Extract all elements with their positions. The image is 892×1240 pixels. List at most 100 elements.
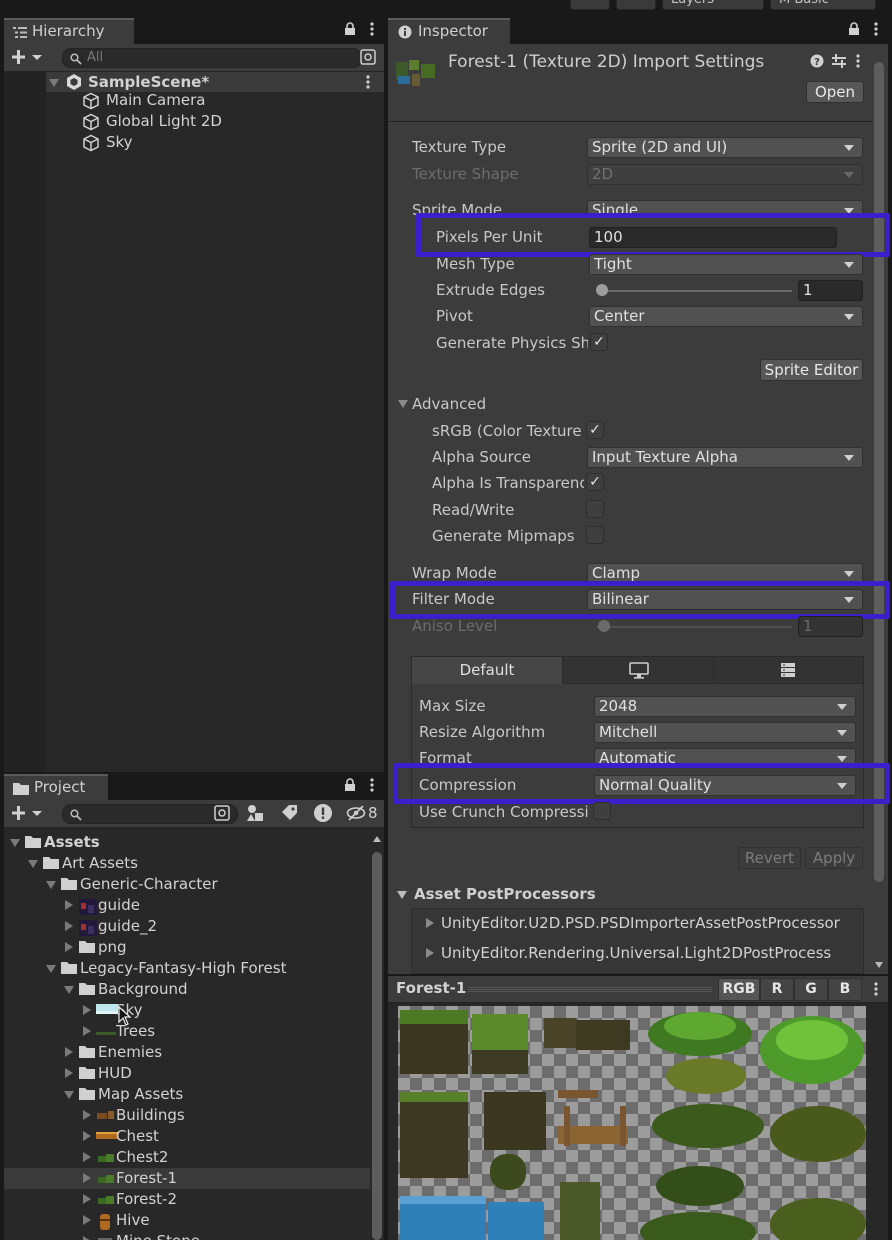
collapse-arrow-icon[interactable] [65, 1068, 73, 1078]
filter-by-type-icon[interactable] [246, 804, 264, 822]
search-input[interactable]: All [62, 48, 362, 68]
postprocessors-foldout-arrow-icon[interactable] [397, 891, 407, 899]
project-item[interactable]: Map Assets [4, 1084, 370, 1105]
project-item[interactable]: guide_2 [4, 916, 370, 937]
collapse-arrow-icon[interactable] [83, 1152, 91, 1162]
add-dropdown[interactable] [12, 49, 46, 65]
mipmaps-checkbox[interactable] [586, 526, 604, 544]
apply-button[interactable]: Apply [805, 847, 863, 869]
project-item[interactable]: Mine Stone [4, 1231, 370, 1240]
advanced-foldout[interactable]: Advanced [412, 395, 486, 413]
search-window-icon[interactable] [214, 805, 230, 821]
read-write-checkbox[interactable] [586, 500, 604, 518]
layers-dropdown[interactable]: Layers [662, 0, 764, 10]
preview-resize-handle[interactable] [468, 987, 712, 992]
project-item[interactable]: Hive [4, 1210, 370, 1231]
project-search-input[interactable] [62, 804, 238, 824]
project-item[interactable]: Buildings [4, 1105, 370, 1126]
hidden-packages-toggle[interactable]: 8 [346, 804, 378, 822]
tab-platform-server[interactable] [714, 657, 863, 684]
collapse-arrow-icon[interactable] [83, 1215, 91, 1225]
collapse-arrow-icon[interactable] [65, 921, 73, 931]
extrude-edges-slider-track[interactable] [596, 290, 792, 292]
scroll-thumb[interactable] [372, 852, 382, 1240]
layout-dropdown[interactable]: M Basic [770, 0, 876, 10]
project-item[interactable]: HUD [4, 1063, 370, 1084]
expand-arrow-icon[interactable] [46, 965, 56, 973]
component-menu-icon[interactable] [856, 54, 860, 68]
postprocessor-item[interactable]: UnityEditor.Rendering.Universal.Light2DP… [426, 943, 831, 964]
project-item[interactable]: Legacy-Fantasy-High Forest [4, 958, 370, 979]
project-item[interactable]: guide [4, 895, 370, 916]
inspector-scrollbar[interactable] [872, 58, 886, 974]
scroll-down-arrow-icon[interactable] [875, 962, 883, 968]
channel-rgb-button[interactable]: RGB [718, 978, 760, 1001]
postprocessors-title[interactable]: Asset PostProcessors [414, 885, 596, 903]
help-icon[interactable]: ? [810, 54, 824, 68]
kebab-menu-icon[interactable] [874, 22, 878, 36]
tab-inspector[interactable]: Inspector [388, 18, 510, 44]
scene-visibility-icon[interactable] [360, 49, 376, 65]
scroll-up-arrow-icon[interactable] [373, 836, 381, 842]
extrude-edges-slider-knob[interactable] [596, 284, 608, 296]
collapse-arrow-icon[interactable] [65, 942, 73, 952]
tab-project[interactable]: Project [4, 774, 108, 800]
revert-button[interactable]: Revert [738, 847, 801, 869]
collapse-arrow-icon[interactable] [83, 1173, 91, 1183]
collapse-arrow-icon[interactable] [83, 1194, 91, 1204]
tab-platform-default[interactable]: Default [412, 657, 563, 684]
extrude-edges-field[interactable]: 1 [798, 280, 863, 301]
project-item[interactable]: Sky [4, 1000, 370, 1021]
project-item[interactable]: Assets [4, 832, 370, 853]
project-item[interactable]: png [4, 937, 370, 958]
hierarchy-item-sky[interactable]: Sky [82, 132, 133, 153]
channel-g-button[interactable]: G [794, 978, 828, 1001]
project-item[interactable]: Chest2 [4, 1147, 370, 1168]
sprite-editor-button[interactable]: Sprite Editor [760, 359, 863, 381]
srgb-checkbox[interactable]: ✓ [586, 421, 604, 439]
tab-platform-standalone[interactable] [563, 657, 714, 684]
scene-menu-icon[interactable] [366, 75, 370, 89]
alpha-transparency-checkbox[interactable]: ✓ [586, 473, 604, 491]
advanced-foldout-arrow-icon[interactable] [398, 400, 408, 408]
kebab-menu-icon[interactable] [370, 778, 374, 792]
create-dropdown[interactable] [12, 805, 46, 821]
collapse-arrow-icon[interactable] [65, 900, 73, 910]
generate-physics-checkbox[interactable]: ✓ [590, 333, 608, 351]
mesh-type-dropdown[interactable]: Tight [589, 254, 863, 275]
texture-type-dropdown[interactable]: Sprite (2D and UI) [587, 137, 863, 158]
scene-row[interactable]: SampleScene* [4, 72, 384, 92]
collapse-arrow-icon[interactable] [83, 1131, 91, 1141]
collapse-arrow-icon[interactable] [83, 1005, 91, 1015]
max-size-dropdown[interactable]: 2048 [594, 696, 856, 717]
crunch-checkbox[interactable] [593, 802, 611, 820]
project-scrollbar[interactable] [370, 832, 384, 1240]
expand-arrow-icon[interactable] [49, 79, 59, 87]
channel-r-button[interactable]: R [760, 978, 794, 1001]
expand-arrow-icon[interactable] [10, 839, 20, 847]
hierarchy-item-main-camera[interactable]: Main Camera [82, 90, 205, 111]
history-button[interactable] [570, 0, 610, 10]
warning-icon[interactable] [313, 803, 333, 823]
expand-arrow-icon[interactable] [46, 881, 56, 889]
project-item[interactable]: Forest-1 [4, 1168, 370, 1189]
expand-arrow-icon[interactable] [28, 860, 38, 868]
project-item[interactable]: Art Assets [4, 853, 370, 874]
hierarchy-item-global-light[interactable]: Global Light 2D [82, 111, 222, 132]
scroll-thumb[interactable] [874, 62, 884, 882]
project-item[interactable]: Chest [4, 1126, 370, 1147]
project-item[interactable]: Generic-Character [4, 874, 370, 895]
project-item[interactable]: Background [4, 979, 370, 1000]
expand-arrow-icon[interactable] [64, 1091, 74, 1099]
collapse-arrow-icon[interactable] [83, 1110, 91, 1120]
label-tag-icon[interactable] [280, 804, 298, 822]
collapse-arrow-icon[interactable] [83, 1236, 91, 1240]
tab-hierarchy[interactable]: Hierarchy [4, 18, 134, 44]
resize-algorithm-dropdown[interactable]: Mitchell [594, 722, 856, 743]
collapse-arrow-icon[interactable] [83, 1026, 91, 1036]
alpha-source-dropdown[interactable]: Input Texture Alpha [587, 447, 863, 468]
project-item[interactable]: Forest-2 [4, 1189, 370, 1210]
preview-menu-icon[interactable] [874, 982, 878, 996]
channel-b-button[interactable]: B [828, 978, 862, 1001]
pivot-dropdown[interactable]: Center [589, 306, 863, 327]
